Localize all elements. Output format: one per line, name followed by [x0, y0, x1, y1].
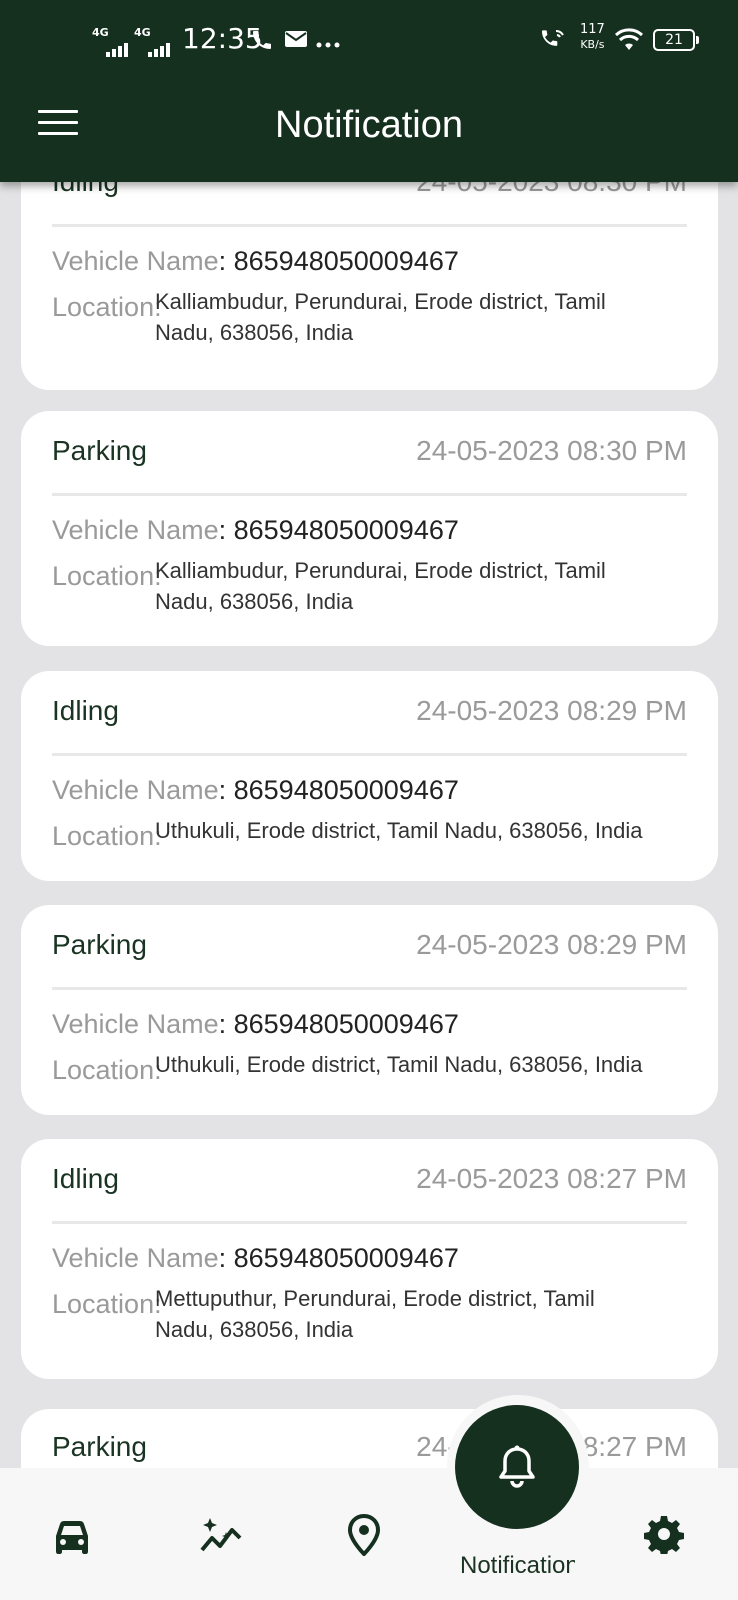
settings-gear-icon[interactable]: [644, 1514, 684, 1559]
bell-icon: [499, 1445, 535, 1488]
analytics-icon[interactable]: [198, 1516, 244, 1561]
app-header: 4G 4G 12:35 117 KB/s 21 Notification: [0, 0, 738, 182]
status-bar: 4G 4G 12:35 117 KB/s 21: [0, 0, 738, 80]
location-row: Location:: [52, 1289, 162, 1320]
car-icon[interactable]: [52, 1520, 92, 1561]
location-label: Location: [52, 292, 155, 322]
notification-datetime: 24-05-2023 08:30 PM: [416, 182, 687, 198]
divider: [52, 224, 687, 227]
notification-datetime: 24-05-2023 08:30 PM: [416, 435, 687, 466]
vehicle-name-value: 865948050009467: [233, 1243, 459, 1273]
notification-card[interactable]: Idling 24-05-2023 08:27 PM Vehicle Name:…: [21, 1139, 718, 1379]
notification-type: Parking: [52, 1431, 147, 1462]
divider: [52, 753, 687, 756]
notification-datetime: 24-05-2023 08:27 PM: [416, 1163, 687, 1194]
vehicle-name-label: Vehicle Name: [52, 775, 219, 805]
notification-type: Parking: [52, 435, 147, 466]
network-speed: 117 KB/s: [580, 22, 605, 52]
notification-datetime: 24-05-2023 08:29 PM: [416, 929, 687, 960]
separator: :: [218, 515, 227, 545]
notification-nav-button[interactable]: [455, 1405, 579, 1529]
separator: :: [218, 1009, 227, 1039]
location-row: Location:: [52, 1055, 162, 1086]
location-label: Location: [52, 561, 155, 591]
wifi-icon: [614, 28, 644, 56]
location-value: Uthukuli, Erode district, Tamil Nadu, 63…: [155, 1052, 643, 1077]
net-speed-value: 117: [580, 22, 605, 37]
signal-icon: 4G: [92, 26, 132, 57]
signal-icon: 4G: [134, 26, 174, 57]
battery-icon: 21: [653, 29, 699, 51]
divider: [52, 1221, 687, 1224]
vehicle-name-value: 865948050009467: [233, 246, 459, 276]
vehicle-name-value: 865948050009467: [233, 515, 459, 545]
location-value: Kalliambudur, Perundurai, Erode district…: [155, 289, 606, 345]
vehicle-row: Vehicle Name: 865948050009467: [52, 775, 459, 806]
battery-level: 21: [665, 32, 683, 48]
notification-type: Parking: [52, 929, 147, 960]
vehicle-name-value: 865948050009467: [233, 1009, 459, 1039]
wifi-call-icon: [540, 28, 566, 56]
mail-icon: [284, 28, 308, 54]
vehicle-name-label: Vehicle Name: [52, 246, 219, 276]
separator: :: [218, 775, 227, 805]
location-value: Uthukuli, Erode district, Tamil Nadu, 63…: [155, 818, 643, 843]
location-label: Location: [52, 1289, 155, 1319]
location-row: Location:: [52, 821, 162, 852]
location-pin-icon[interactable]: [347, 1513, 381, 1561]
notification-card[interactable]: Parking 24-05-2023 08:27 PM: [21, 1409, 718, 1468]
notification-nav-label[interactable]: Notification: [460, 1552, 575, 1580]
notification-type: Idling: [52, 695, 119, 726]
vehicle-row: Vehicle Name: 865948050009467: [52, 246, 459, 277]
location-value: Mettuputhur, Perundurai, Erode district,…: [155, 1286, 595, 1342]
net-speed-unit: KB/s: [580, 38, 605, 51]
notification-card[interactable]: Parking 24-05-2023 08:30 PM Vehicle Name…: [21, 411, 718, 646]
notification-type: Idling: [52, 182, 119, 198]
location-row: Location:: [52, 292, 162, 323]
notification-card[interactable]: Idling 24-05-2023 08:30 PM Vehicle Name:…: [21, 182, 718, 390]
vehicle-name-label: Vehicle Name: [52, 1243, 219, 1273]
notification-card[interactable]: Idling 24-05-2023 08:29 PM Vehicle Name:…: [21, 671, 718, 881]
notification-list[interactable]: Idling 24-05-2023 08:30 PM Vehicle Name:…: [0, 182, 738, 1468]
separator: :: [218, 246, 227, 276]
location-value: Kalliambudur, Perundurai, Erode district…: [155, 558, 606, 614]
vehicle-name-label: Vehicle Name: [52, 1009, 219, 1039]
vehicle-name-label: Vehicle Name: [52, 515, 219, 545]
separator: :: [218, 1243, 227, 1273]
phone-icon: [250, 28, 274, 56]
bottom-navigation: [0, 1468, 738, 1600]
location-label: Location: [52, 821, 155, 851]
location-row: Location:: [52, 561, 162, 592]
vehicle-name-value: 865948050009467: [233, 775, 459, 805]
location-label: Location: [52, 1055, 155, 1085]
notification-card[interactable]: Parking 24-05-2023 08:29 PM Vehicle Name…: [21, 905, 718, 1115]
notification-type: Idling: [52, 1163, 119, 1194]
page-title: Notification: [275, 104, 463, 146]
more-dots-icon: [316, 34, 340, 53]
divider: [52, 987, 687, 990]
notification-datetime: 24-05-2023 08:29 PM: [416, 695, 687, 726]
vehicle-row: Vehicle Name: 865948050009467: [52, 1009, 459, 1040]
vehicle-row: Vehicle Name: 865948050009467: [52, 515, 459, 546]
vehicle-row: Vehicle Name: 865948050009467: [52, 1243, 459, 1274]
divider: [52, 493, 687, 496]
